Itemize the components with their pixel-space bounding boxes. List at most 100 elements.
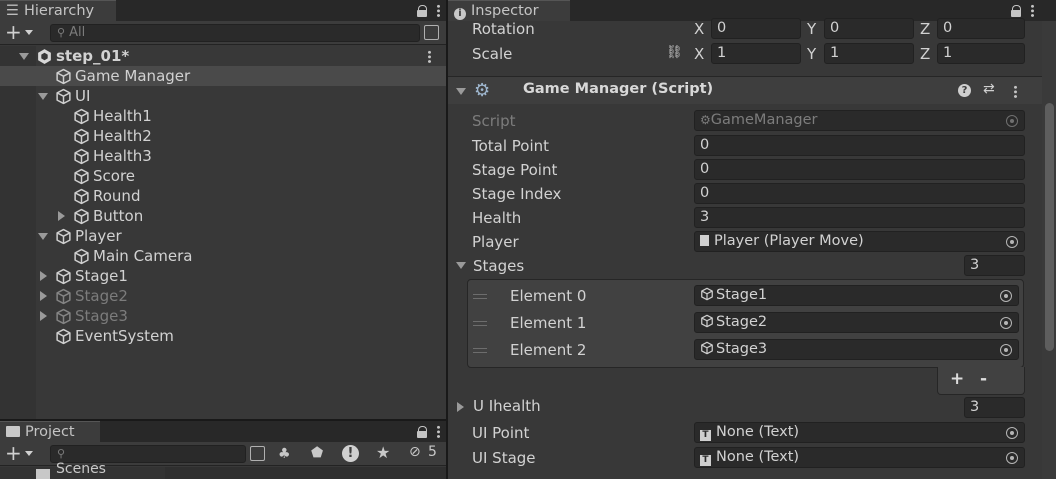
lock-icon[interactable] xyxy=(1011,4,1021,17)
inspector-scrollbar[interactable] xyxy=(1042,21,1056,479)
rotation-z-axis[interactable]: Z xyxy=(920,19,930,39)
remove-element-button[interactable]: - xyxy=(980,369,987,389)
hierarchy-item[interactable]: Main Camera xyxy=(0,246,446,266)
filter-by-label-icon[interactable]: ⬟ xyxy=(311,445,323,461)
hierarchy-item[interactable]: Button xyxy=(0,206,446,226)
more-icon[interactable] xyxy=(1031,4,1034,17)
collapse-arrow-icon[interactable] xyxy=(58,211,65,221)
stages-label[interactable]: Stages xyxy=(473,256,524,276)
component-header[interactable]: ⚙ Game Manager (Script) ? ⇄ xyxy=(448,76,1042,104)
stage-element-field[interactable]: Stage1 xyxy=(694,285,1019,306)
stage-element-row[interactable]: Element 2 Stage3 xyxy=(468,338,1023,362)
stage-index-field[interactable]: 0 xyxy=(694,183,1025,204)
object-picker-icon[interactable] xyxy=(1000,290,1012,302)
hierarchy-item[interactable]: step_01* xyxy=(0,46,446,66)
hierarchy-item[interactable]: Player xyxy=(0,226,446,246)
hierarchy-item[interactable]: Round xyxy=(0,186,446,206)
lock-icon[interactable] xyxy=(417,425,427,438)
stage-element-row[interactable]: Element 1 Stage2 xyxy=(468,311,1023,335)
uihealth-foldout-icon[interactable] xyxy=(457,402,464,412)
collapse-arrow-icon[interactable] xyxy=(40,271,47,281)
search-filter-icon[interactable] xyxy=(424,25,439,40)
add-icon[interactable]: + xyxy=(5,442,22,464)
foldout-arrow-icon[interactable] xyxy=(456,88,466,95)
hierarchy-tab[interactable]: ☰ Hierarchy xyxy=(0,0,116,21)
link-constrain-icon[interactable]: ⛓ xyxy=(666,45,683,60)
rotation-y-axis[interactable]: Y xyxy=(807,19,816,39)
panel-divider[interactable] xyxy=(446,0,448,479)
scrollbar-thumb[interactable] xyxy=(1045,103,1054,351)
scale-x-field[interactable]: 1 xyxy=(711,43,801,64)
drag-handle-icon[interactable] xyxy=(473,294,487,299)
filter-by-type-icon[interactable]: ♣ xyxy=(278,446,291,462)
project-tab[interactable]: Project xyxy=(0,421,100,442)
expand-arrow-icon[interactable] xyxy=(38,93,48,100)
preset-icon[interactable]: ⇄ xyxy=(983,81,995,97)
inspector-tab[interactable]: i Inspector xyxy=(448,0,570,21)
scale-z-field[interactable]: 1 xyxy=(937,43,1025,64)
chevron-down-icon[interactable] xyxy=(25,30,33,35)
warning-icon[interactable]: ! xyxy=(342,445,359,462)
search-icon: ⚲ xyxy=(57,26,66,39)
scale-y-field[interactable]: 1 xyxy=(824,43,914,64)
object-picker-icon[interactable] xyxy=(1000,317,1012,329)
scale-x-axis[interactable]: X xyxy=(694,44,704,64)
add-icon[interactable]: + xyxy=(5,21,22,43)
hierarchy-item[interactable]: Stage1 xyxy=(0,266,446,286)
stage-element-row[interactable]: Element 0 Stage1 xyxy=(468,284,1023,308)
rotation-x-field[interactable]: 0 xyxy=(711,18,801,39)
hierarchy-item[interactable]: Stage3 xyxy=(0,306,446,326)
hierarchy-item[interactable]: Health1 xyxy=(0,106,446,126)
uistage-field[interactable]: T None (Text) xyxy=(694,447,1025,468)
search-icon: ⚲ xyxy=(57,447,66,460)
hierarchy-item[interactable]: Game Manager xyxy=(0,66,446,86)
search-filter-icon[interactable] xyxy=(250,446,265,461)
rotation-y-field[interactable]: 0 xyxy=(824,18,914,39)
collapse-arrow-icon[interactable] xyxy=(40,311,47,321)
favorite-star-icon[interactable]: ★ xyxy=(376,443,390,462)
rotation-x-axis[interactable]: X xyxy=(694,19,704,39)
component-more-icon[interactable] xyxy=(1014,85,1017,98)
drag-handle-icon[interactable] xyxy=(473,321,487,326)
hierarchy-item[interactable]: EventSystem xyxy=(0,326,446,346)
collapse-arrow-icon[interactable] xyxy=(40,291,47,301)
expand-arrow-icon[interactable] xyxy=(19,53,29,60)
help-icon[interactable]: ? xyxy=(958,84,971,97)
more-icon[interactable] xyxy=(437,4,440,17)
hidden-eye-icon[interactable]: ⊘ xyxy=(409,444,421,460)
stages-list: Element 0 Stage1 Element 1 Stage2 Element 2 S… xyxy=(467,279,1024,368)
stages-foldout-icon[interactable] xyxy=(456,262,466,269)
stage-element-field[interactable]: Stage2 xyxy=(694,312,1019,333)
object-picker-icon[interactable] xyxy=(1006,427,1018,439)
uihealth-label[interactable]: U Ihealth xyxy=(473,396,541,416)
uipoint-field[interactable]: T None (Text) xyxy=(694,422,1025,443)
total-point-field[interactable]: 0 xyxy=(694,135,1025,156)
object-picker-icon[interactable] xyxy=(1000,344,1012,356)
rotation-z-field[interactable]: 0 xyxy=(937,18,1025,39)
project-folder-scenes[interactable]: Scenes xyxy=(56,461,106,477)
scene-more-icon[interactable] xyxy=(428,50,431,63)
uihealth-size-field[interactable]: 3 xyxy=(964,397,1025,418)
hierarchy-item[interactable]: Health2 xyxy=(0,126,446,146)
hierarchy-search-input[interactable]: ⚲ All xyxy=(50,24,420,42)
scale-z-axis[interactable]: Z xyxy=(920,44,930,64)
lock-icon[interactable] xyxy=(417,4,427,17)
hierarchy-item[interactable]: Score xyxy=(0,166,446,186)
expand-arrow-icon[interactable] xyxy=(38,233,48,240)
stages-size-field[interactable]: 3 xyxy=(964,255,1025,276)
object-picker-icon[interactable] xyxy=(1006,452,1018,464)
hierarchy-item[interactable]: Health3 xyxy=(0,146,446,166)
add-element-button[interactable]: + xyxy=(950,369,964,389)
drag-handle-icon[interactable] xyxy=(473,348,487,353)
chevron-down-icon[interactable] xyxy=(25,451,33,456)
hierarchy-item[interactable]: Stage2 xyxy=(0,286,446,306)
stage-element-field[interactable]: Stage3 xyxy=(694,339,1019,360)
hierarchy-item[interactable]: UI xyxy=(0,86,446,106)
scale-y-axis[interactable]: Y xyxy=(807,44,816,64)
more-icon[interactable] xyxy=(437,425,440,438)
player-field[interactable]: Player (Player Move) xyxy=(694,231,1025,252)
stage-point-field[interactable]: 0 xyxy=(694,159,1025,180)
panel-divider[interactable] xyxy=(0,419,446,421)
object-picker-icon[interactable] xyxy=(1006,236,1018,248)
health-field[interactable]: 3 xyxy=(694,207,1025,228)
